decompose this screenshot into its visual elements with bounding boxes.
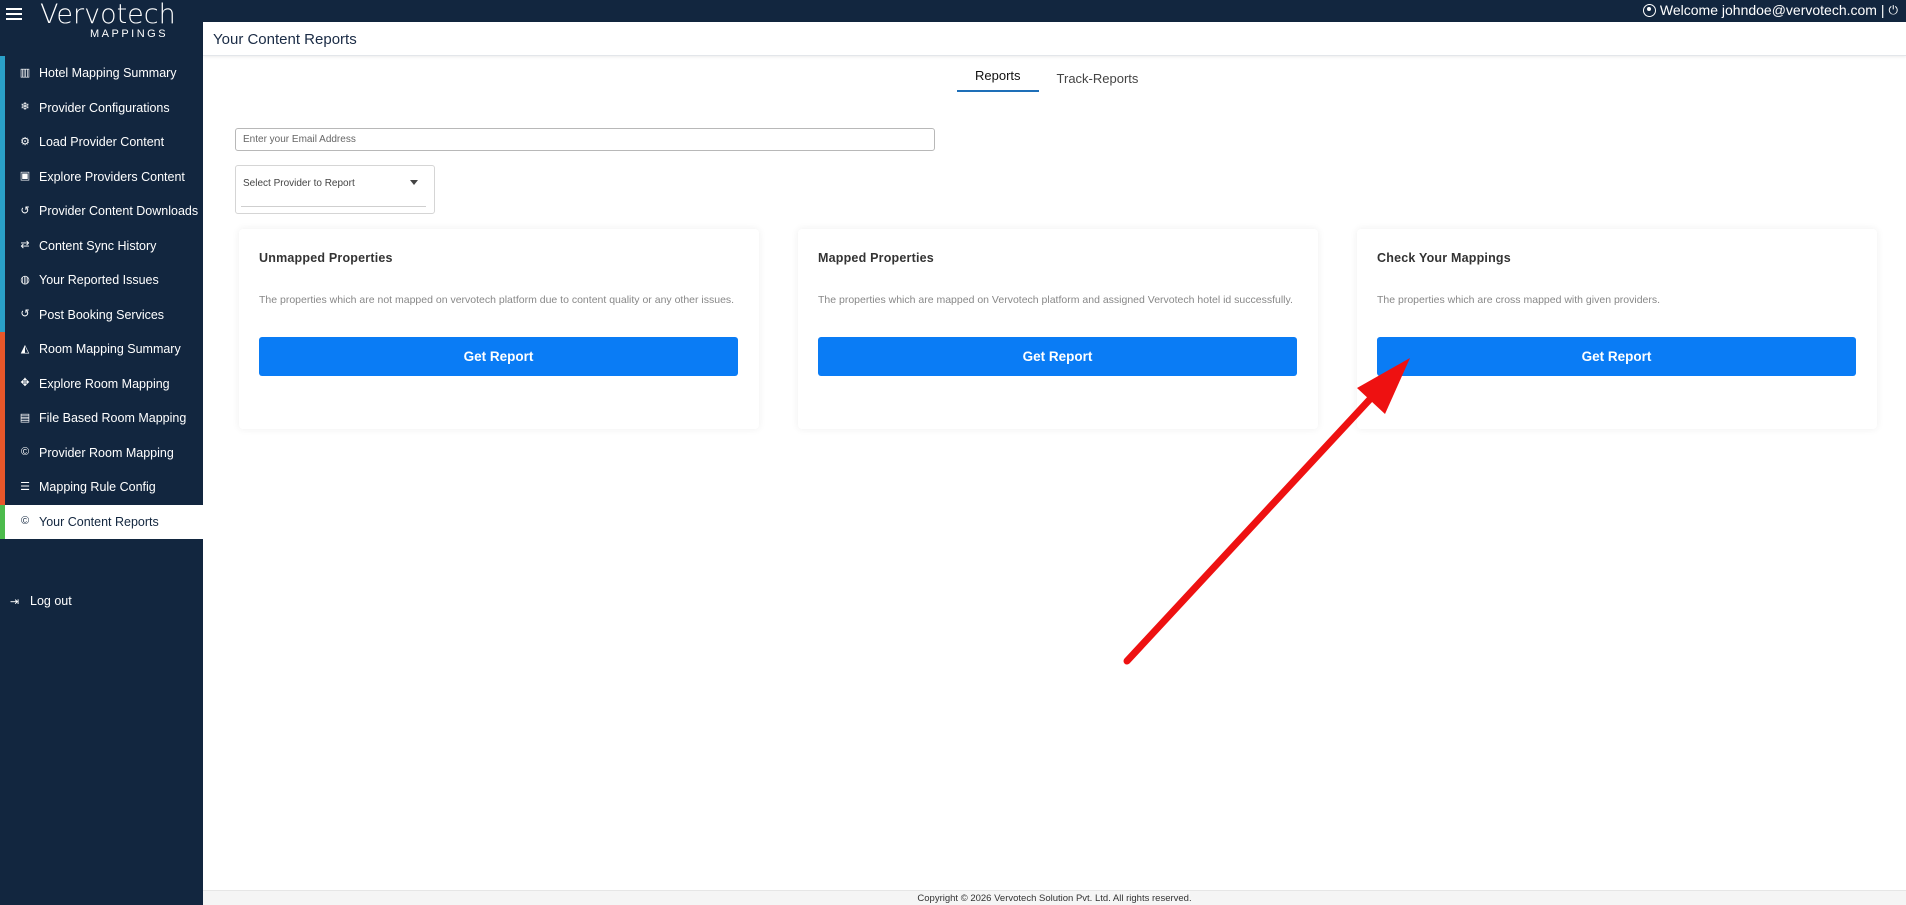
provider-select-placeholder: Select Provider to Report [243, 178, 355, 189]
card-mapped-properties: Mapped Properties The properties which a… [798, 229, 1318, 429]
page-header: Your Content Reports [203, 22, 1906, 56]
sidebar-item-provider-room-mapping[interactable]: © Provider Room Mapping [0, 435, 203, 470]
vervotech-logo[interactable]: Vervotech MAPPINGS [40, 0, 176, 40]
sidebar-item-label: Explore Room Mapping [39, 376, 170, 391]
save-icon: ▣ [19, 170, 31, 183]
power-icon[interactable]: ⏻ [1889, 3, 1899, 18]
provider-select[interactable]: Select Provider to Report [235, 165, 435, 214]
card-check-your-mappings: Check Your Mappings The properties which… [1357, 229, 1877, 429]
cogs-icon: ⚙ [20, 135, 30, 148]
sliders-icon: ☰ [20, 480, 30, 493]
sidebar-item-label: Post Booking Services [39, 307, 165, 322]
copyright-icon: © [20, 515, 30, 528]
user-circle-icon [1642, 3, 1656, 17]
sidebar-item-label: Provider Room Mapping [39, 445, 174, 460]
card-title: Unmapped Properties [259, 251, 393, 265]
file-icon: ▤ [19, 411, 31, 424]
sidebar-item-file-based-room-mapping[interactable]: ▤ File Based Room Mapping [0, 401, 203, 436]
sidebar-item-provider-content-downloads[interactable]: ↺ Provider Content Downloads [0, 194, 203, 229]
sidebar-item-your-reported-issues[interactable]: ◍ Your Reported Issues [0, 263, 203, 298]
sidebar-item-label: Your Content Reports [39, 514, 159, 529]
top-bar [0, 0, 1906, 22]
sidebar-item-post-booking-services[interactable]: ↺ Post Booking Services [0, 297, 203, 332]
logo-sub-text: MAPPINGS [90, 28, 169, 40]
sidebar-item-label: Explore Providers Content [39, 169, 185, 184]
snowflake-icon: ❄ [20, 101, 30, 114]
copyright-icon: © [20, 446, 30, 459]
sidebar-item-label: Load Provider Content [39, 135, 165, 150]
sidebar-item-room-mapping-summary[interactable]: ◭ Room Mapping Summary [0, 332, 203, 367]
sidebar-item-label: File Based Room Mapping [39, 411, 187, 426]
sidebar-item-accent [0, 125, 5, 160]
sidebar-item-load-provider-content[interactable]: ⚙ Load Provider Content [0, 125, 203, 160]
sign-out-icon: ⇥ [10, 595, 20, 608]
card-description: The properties which are not mapped on v… [259, 294, 735, 306]
sidebar-item-accent [0, 504, 5, 539]
sidebar-item-accent [0, 228, 5, 263]
sidebar-item-mapping-rule-config[interactable]: ☰ Mapping Rule Config [0, 470, 203, 505]
sidebar-item-label: Content Sync History [39, 238, 157, 253]
move-icon: ✥ [20, 377, 30, 390]
sidebar-item-accent [0, 435, 5, 470]
report-tabs: Reports Track-Reports [957, 62, 1156, 92]
get-report-button-check-mappings[interactable]: Get Report [1377, 337, 1856, 376]
sidebar-item-explore-room-mapping[interactable]: ✥ Explore Room Mapping [0, 366, 203, 401]
caret-down-icon [410, 180, 418, 185]
card-unmapped-properties: Unmapped Properties The properties which… [239, 229, 759, 429]
sidebar-item-hotel-mapping-summary[interactable]: ▥ Hotel Mapping Summary [0, 56, 203, 91]
hamburger-menu-icon[interactable] [6, 8, 22, 21]
card-title: Mapped Properties [818, 251, 934, 265]
logout-label: Log out [30, 594, 72, 608]
history-icon: ↺ [20, 308, 30, 321]
sidebar-item-label: Provider Content Downloads [39, 204, 199, 219]
sidebar-item-accent [0, 470, 5, 505]
logo-main-text: Vervotech [40, 0, 176, 30]
sidebar-item-accent [0, 159, 5, 194]
welcome-user: Welcome johndoe@vervotech.com | ⏻ [1642, 2, 1899, 18]
tab-reports[interactable]: Reports [957, 62, 1039, 92]
sidebar-item-accent [0, 263, 5, 298]
select-underline [241, 206, 426, 207]
sidebar-item-accent [0, 297, 5, 332]
sidebar-item-your-content-reports[interactable]: © Your Content Reports [0, 504, 203, 539]
globe-icon: ◍ [20, 273, 30, 286]
sidebar-item-accent [0, 401, 5, 436]
sidebar-item-content-sync-history[interactable]: ⇄ Content Sync History [0, 228, 203, 263]
logout-link[interactable]: ⇥ Log out [10, 594, 72, 608]
sidebar-item-label: Provider Configurations [39, 100, 170, 115]
sidebar-item-label: Hotel Mapping Summary [39, 66, 177, 81]
sidebar-item-provider-configurations[interactable]: ❄ Provider Configurations [0, 90, 203, 125]
sidebar: ▥ Hotel Mapping Summary ❄ Provider Configur… [0, 22, 203, 905]
card-description: The properties which are cross mapped wi… [1377, 294, 1661, 306]
get-report-button-mapped[interactable]: Get Report [818, 337, 1297, 376]
get-report-button-unmapped[interactable]: Get Report [259, 337, 738, 376]
welcome-text: Welcome johndoe@vervotech.com | [1659, 2, 1885, 18]
sidebar-item-accent [0, 194, 5, 229]
sidebar-item-label: Room Mapping Summary [39, 342, 181, 357]
area-chart-icon: ◭ [20, 342, 30, 355]
sidebar-item-accent [0, 90, 5, 125]
card-description: The properties which are mapped on Vervo… [818, 294, 1293, 306]
page-title: Your Content Reports [213, 31, 357, 48]
sync-icon: ⇄ [20, 239, 30, 252]
sidebar-item-accent [0, 56, 5, 91]
tab-track-reports[interactable]: Track-Reports [1039, 62, 1157, 92]
footer-copyright: Copyright © 2026 Vervotech Solution Pvt.… [203, 890, 1906, 905]
sidebar-item-label: Your Reported Issues [39, 273, 159, 288]
sidebar-nav: ▥ Hotel Mapping Summary ❄ Provider Configur… [0, 56, 203, 539]
sidebar-item-accent [0, 332, 5, 367]
sidebar-item-accent [0, 366, 5, 401]
history-icon: ↺ [20, 204, 30, 217]
email-input[interactable] [235, 128, 935, 151]
card-title: Check Your Mappings [1377, 251, 1511, 265]
sidebar-item-label: Mapping Rule Config [39, 480, 156, 495]
sidebar-item-explore-providers-content[interactable]: ▣ Explore Providers Content [0, 159, 203, 194]
bar-chart-icon: ▥ [19, 66, 31, 79]
